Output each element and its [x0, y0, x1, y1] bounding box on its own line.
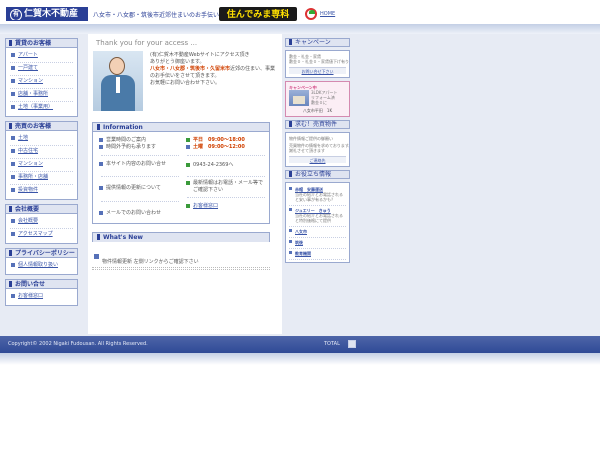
contact-menu-title: お問い合せ — [6, 280, 77, 289]
whats-new-panel: What's New — [92, 232, 270, 242]
campaign-card-apartment[interactable]: キャンペーン中 3LDKアパート リフォーム済 敷金０に 八女市平田 1K — [285, 81, 350, 117]
page-body: 賃貸のお客様 アパート 一戸建て マンション 店舗・事務所 土地（事業用） 売買… — [0, 34, 600, 336]
header-band — [0, 24, 600, 34]
company-item-overview[interactable]: 会社概要 — [10, 216, 73, 229]
privacy-menu: プライバシーポリシー 個人情報取り扱い — [5, 248, 78, 275]
useful-item-chikugo[interactable]: 筑後 — [289, 238, 346, 249]
useful-item-yame[interactable]: 八女市 — [289, 227, 346, 238]
rental-item-mansion[interactable]: マンション — [10, 76, 73, 89]
site-tagline: 八女市・八女郡・筑後市近郊住まいのお手伝い — [93, 12, 220, 19]
sale-item-used-house[interactable]: 中古住宅 — [10, 146, 73, 159]
site-footer: Copyright© 2002 Nigaki Fudousan. All Rig… — [0, 336, 600, 353]
useful-item-education[interactable]: 教育機関 — [289, 249, 346, 260]
contact-item-window[interactable]: お客様窓口 — [10, 291, 73, 303]
sale-item-mansion[interactable]: マンション — [10, 159, 73, 172]
footer-band — [0, 353, 600, 365]
saturday-hours: 土曜 09:00～12:00 — [186, 144, 245, 150]
logo-mark: 有 — [10, 9, 22, 20]
brand-banner[interactable]: 住んでみま専科 — [219, 7, 297, 21]
campaign-card-deposit: 敷金・礼金・家賃 敷金０・礼金０・家賃値下げ有り お問い合せ下さい — [285, 50, 350, 78]
staff-photo — [93, 51, 143, 111]
whats-new-item: 物件情報更新 左側リンクからご確認下さい — [94, 254, 199, 265]
rental-item-house[interactable]: 一戸建て — [10, 63, 73, 76]
left-sidebar: 賃貸のお客様 アパート 一戸建て マンション 店舗・事務所 土地（事業用） 売買… — [5, 38, 78, 310]
email-contact-label: メールでのお問い合わせ — [98, 210, 162, 216]
latest-info-note: 最新情報はお電話・メール等でご確認下さい — [186, 180, 264, 193]
business-hours-sub: 時間外予約も承ります — [98, 144, 157, 150]
sale-item-investment[interactable]: 投資物件 — [10, 185, 73, 197]
sale-item-office[interactable]: 事務所・店舗 — [10, 172, 73, 185]
company-menu-title: 会社概要 — [6, 205, 77, 214]
privacy-item-personal-info[interactable]: 個人情報取り扱い — [10, 260, 73, 272]
rental-item-apartment[interactable]: アパート — [10, 50, 73, 63]
campaign-inquiry-link[interactable]: お問い合せ下さい — [289, 67, 346, 74]
company-menu: 会社概要 会社概要 アクセスマップ — [5, 204, 78, 244]
brand-emblem-icon — [305, 8, 317, 20]
information-panel: Information 営業時間のご案内 時間外予約も承ります 平日 09:00… — [92, 122, 270, 224]
campaign-title: キャンペーン — [285, 38, 350, 47]
provide-update-label: 提供情報の更新について — [99, 185, 161, 191]
rental-menu: 賃貸のお客様 アパート 一戸建て マンション 店舗・事務所 土地（事業用） — [5, 38, 78, 117]
site-header: 有仁賀木不動産 八女市・八女郡・筑後市近郊住まいのお手伝い 住んでみま専科 HO… — [0, 0, 600, 24]
wanted-card: 物件情報ご提供の御願い 売買物件の情報を求めております。 謝礼させて頂きます ご… — [285, 132, 350, 167]
campaign-price: 八女市平田 1K — [302, 108, 333, 113]
useful-info-title: お役立ち情報 — [285, 170, 350, 179]
useful-item-akabou[interactable]: 赤帽 安藤運送 当社の紹介とお電話されると安い事が有るかも？ — [289, 185, 346, 206]
useful-info-list: 赤帽 安藤運送 当社の紹介とお電話されると安い事が有るかも？ ジュエリー きゅう当… — [285, 182, 350, 263]
phone-number[interactable]: 0943-24-2369へ — [185, 162, 233, 169]
sale-menu: 売買のお客様 土地 中古住宅 マンション 事務所・店舗 投資物件 — [5, 121, 78, 200]
useful-item-jewelry[interactable]: ジュエリー きゅう 当社の紹介とお電話されると特別価格にて提供 — [289, 206, 346, 227]
rental-item-land[interactable]: 土地（事業用） — [10, 102, 73, 114]
main-content: Thank you for your access ... (有)仁賀木不動産W… — [88, 34, 282, 334]
logo-text: 仁賀木不動産 — [24, 9, 79, 19]
rental-menu-title: 賃貸のお客様 — [6, 39, 77, 48]
company-logo[interactable]: 有仁賀木不動産 — [6, 7, 88, 21]
contact-menu: お問い合せ お客様窓口 — [5, 279, 78, 306]
sale-item-land[interactable]: 土地 — [10, 133, 73, 146]
access-counter-icon — [348, 340, 356, 348]
whats-new-title: What's New — [93, 233, 269, 242]
wanted-contact-link[interactable]: ご連絡先 — [289, 156, 346, 163]
weekday-hours: 平日 09:00～18:00 — [186, 137, 245, 143]
right-sidebar: キャンペーン 敷金・礼金・家賃 敷金０・礼金０・家賃値下げ有り お問い合せ下さい… — [285, 38, 350, 266]
copyright-text: Copyright© 2002 Nigaki Fudousan. All Rig… — [8, 341, 148, 347]
home-link[interactable]: HOME — [320, 11, 335, 17]
total-label: TOTAL — [324, 341, 340, 347]
business-hours-label: 営業時間のご案内 — [98, 137, 147, 143]
rental-item-store[interactable]: 店舗・事務所 — [10, 89, 73, 102]
wanted-title: 求む！売買物件 — [285, 120, 350, 129]
thanks-heading: Thank you for your access ... — [96, 39, 198, 47]
intro-text: (有)仁賀木不動産Webサイトにアクセス頂き ありがとう御座います。 八女市・八… — [150, 52, 276, 86]
apartment-thumbnail — [289, 90, 309, 106]
customer-window-link[interactable]: お客様窓口 — [185, 203, 218, 210]
service-areas: 八女市・八女郡・筑後市・久留米市 — [150, 66, 231, 72]
information-title: Information — [93, 123, 269, 132]
sale-menu-title: 売買のお客様 — [6, 122, 77, 131]
privacy-menu-title: プライバシーポリシー — [6, 249, 77, 258]
company-item-access-map[interactable]: アクセスマップ — [10, 229, 73, 241]
site-inquiry-label: 本サイト内容のお問い合せ — [99, 161, 184, 168]
